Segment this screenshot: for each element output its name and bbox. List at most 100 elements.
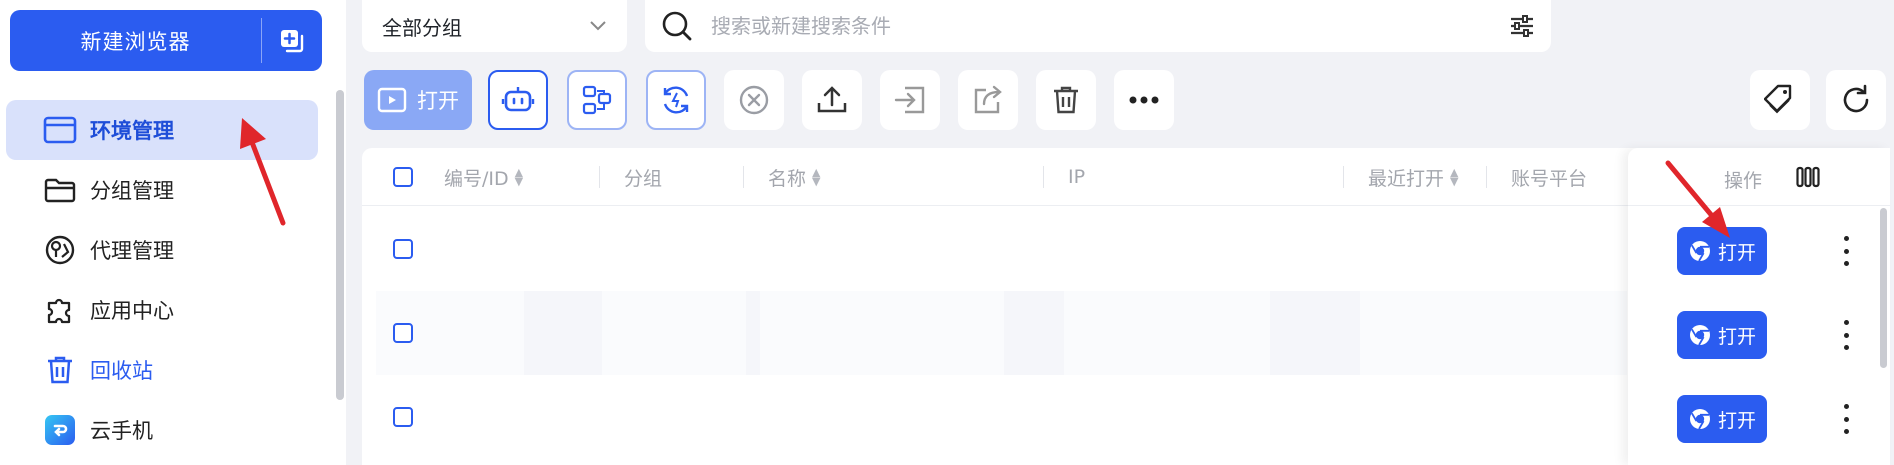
sidebar-item-proxy[interactable]: 代理管理: [6, 220, 318, 280]
row-more-button[interactable]: [1836, 236, 1856, 266]
sidebar-item-label: 回收站: [90, 359, 153, 383]
toolbar-refresh-button[interactable]: [1826, 70, 1886, 130]
sync-cycle-icon: [663, 86, 689, 114]
trash-icon: [1054, 86, 1078, 114]
sidebar-item-recycle-bin[interactable]: 回收站: [6, 340, 318, 400]
window-sync-icon: [582, 85, 612, 115]
column-divider: [1043, 166, 1044, 188]
column-divider: [1343, 166, 1344, 188]
col-header-label: 最近打开: [1368, 167, 1445, 190]
col-header-label: 编号/ID: [444, 167, 509, 190]
toolbar-move-group-button[interactable]: [880, 70, 940, 130]
batch-create-button[interactable]: [262, 10, 322, 71]
sidebar-item-label: 应用中心: [90, 299, 174, 323]
sidebar-item-label: 代理管理: [90, 239, 174, 263]
col-header-platform: 账号平台: [1511, 148, 1587, 206]
more-horizontal-icon: [1129, 96, 1159, 104]
table-row[interactable]: [362, 291, 1627, 375]
toolbar-delete-button[interactable]: [1036, 70, 1096, 130]
open-window-icon: [377, 87, 407, 113]
loading-skeleton: [1004, 291, 1064, 375]
filter-settings-icon[interactable]: [1509, 14, 1535, 38]
sort-icon: ▲ ▼: [514, 166, 524, 188]
sidebar-scrollbar[interactable]: [336, 90, 344, 400]
row-checkbox[interactable]: [393, 407, 413, 427]
new-browser-button-group: 新建浏览器: [10, 10, 322, 71]
upload-icon: [817, 86, 847, 113]
row-checkbox[interactable]: [393, 239, 413, 259]
toolbar-more-button[interactable]: [1114, 70, 1174, 130]
move-in-icon: [894, 86, 925, 114]
row-open-button[interactable]: 打开: [1677, 227, 1767, 275]
actions-column: 操作 打开 打开 打开: [1628, 148, 1890, 465]
row-more-button[interactable]: [1836, 404, 1856, 434]
toolbar-refresh-proxy-button[interactable]: [646, 70, 706, 130]
column-divider: [743, 166, 744, 188]
row-open-label: 打开: [1717, 241, 1756, 264]
share-icon: [974, 85, 1002, 114]
browser-window-icon: [42, 112, 78, 148]
proxy-globe-icon: [42, 232, 78, 268]
sidebar-item-groups[interactable]: 分组管理: [6, 160, 318, 220]
col-header-id[interactable]: 编号/ID ▲ ▼: [444, 148, 523, 206]
select-all-checkbox[interactable]: [393, 167, 413, 187]
group-select[interactable]: 全部分组: [362, 0, 627, 52]
col-header-label: 分组: [624, 167, 663, 190]
column-divider: [1486, 166, 1487, 188]
add-copy-icon: [281, 29, 304, 52]
row-open-label: 打开: [1717, 325, 1756, 348]
table-row[interactable]: [362, 375, 1627, 459]
sidebar-item-label: 分组管理: [90, 179, 174, 203]
new-browser-button[interactable]: 新建浏览器: [10, 10, 261, 71]
close-circle-icon: [739, 85, 769, 115]
row-open-button[interactable]: 打开: [1677, 311, 1767, 359]
search-icon: [662, 11, 692, 41]
toolbar-window-sync-button[interactable]: [567, 70, 627, 130]
chevron-down-icon: [590, 21, 606, 31]
col-header-label: IP: [1068, 166, 1086, 188]
toolbar-tags-button[interactable]: [1750, 70, 1810, 130]
toolbar-close-button[interactable]: [724, 70, 784, 130]
chrome-icon: [1689, 325, 1710, 346]
loading-skeleton: [1270, 291, 1360, 375]
toolbar-upload-button[interactable]: [802, 70, 862, 130]
toolbar-robot-button[interactable]: [488, 70, 548, 130]
col-header-label: 账号平台: [1511, 167, 1588, 190]
sidebar-item-label: 环境管理: [90, 119, 174, 143]
table-row[interactable]: [362, 207, 1627, 291]
col-header-last-opened[interactable]: 最近打开 ▲ ▼: [1368, 148, 1458, 206]
table-scrollbar[interactable]: [1880, 208, 1887, 368]
toolbar-share-button[interactable]: [958, 70, 1018, 130]
sidebar-item-app-center[interactable]: 应用中心: [6, 280, 318, 340]
actions-header: 操作: [1628, 148, 1890, 206]
cloud-phone-icon: [42, 412, 78, 448]
row-checkbox[interactable]: [393, 323, 413, 343]
column-divider: [599, 166, 600, 188]
refresh-icon: [1843, 84, 1869, 113]
tag-icon: [1764, 84, 1792, 114]
chrome-icon: [1689, 409, 1710, 430]
sidebar: 新建浏览器 环境管理 分组管理 代理管理 应用中心 回收站 云手机: [0, 0, 346, 465]
col-header-actions: 操作: [1724, 170, 1763, 192]
search-bar: [645, 0, 1551, 52]
col-header-ip: IP: [1068, 148, 1085, 206]
toolbar-open-button[interactable]: 打开: [364, 70, 472, 130]
row-more-button[interactable]: [1836, 320, 1856, 350]
col-header-group: 分组: [624, 148, 662, 206]
toolbar-open-label: 打开: [417, 89, 459, 113]
trash-icon: [42, 352, 78, 388]
chrome-icon: [1689, 241, 1710, 262]
col-header-label: 名称: [768, 167, 807, 190]
loading-skeleton: [524, 291, 602, 375]
sidebar-item-cloud-phone[interactable]: 云手机: [6, 400, 318, 460]
loading-skeleton: [746, 291, 760, 375]
robot-icon: [501, 87, 535, 112]
col-header-name[interactable]: 名称 ▲ ▼: [768, 148, 820, 206]
row-open-button[interactable]: 打开: [1677, 395, 1767, 443]
column-settings-icon[interactable]: [1796, 166, 1820, 188]
sidebar-item-label: 云手机: [90, 419, 153, 443]
sort-icon: ▲ ▼: [812, 166, 821, 188]
search-input[interactable]: [711, 14, 1509, 38]
puzzle-icon: [42, 292, 78, 328]
sidebar-item-environment[interactable]: 环境管理: [6, 100, 318, 160]
